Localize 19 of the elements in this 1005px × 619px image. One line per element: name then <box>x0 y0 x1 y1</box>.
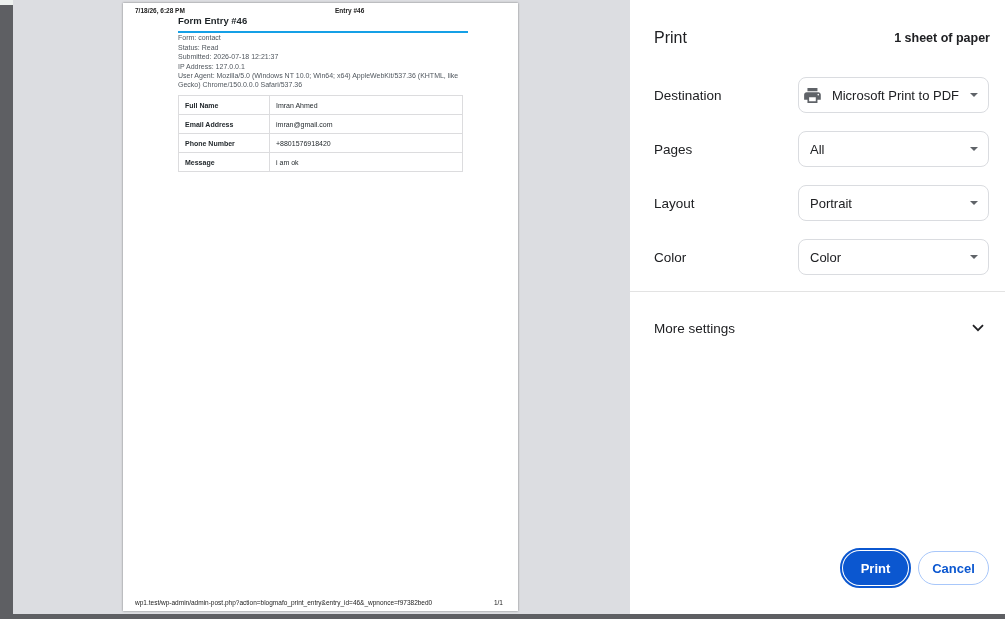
dropdown[interactable]: Color <box>798 239 989 275</box>
caret-icon <box>970 93 978 97</box>
more-settings-toggle[interactable]: More settings <box>630 292 1005 364</box>
document-title: Form Entry #46 <box>178 15 249 27</box>
setting-label: Color <box>654 249 688 265</box>
caret-icon <box>970 255 978 259</box>
dropdown[interactable]: All <box>798 131 989 167</box>
sheet-count: 1 sheet of paper <box>894 31 990 45</box>
caret-icon <box>970 201 978 205</box>
dropdown[interactable]: Portrait <box>798 185 989 221</box>
print-button[interactable]: Print <box>843 551 908 585</box>
printer-dropdown[interactable]: Microsoft Print to PDF <box>798 77 989 113</box>
setting-label: Layout <box>654 195 696 211</box>
print-title: Print <box>654 28 687 48</box>
caret-icon <box>970 147 978 151</box>
setting-label: Destination <box>654 87 723 103</box>
cancel-button[interactable]: Cancel <box>918 551 989 585</box>
printer-icon <box>804 87 821 103</box>
setting-label: Pages <box>654 141 694 157</box>
